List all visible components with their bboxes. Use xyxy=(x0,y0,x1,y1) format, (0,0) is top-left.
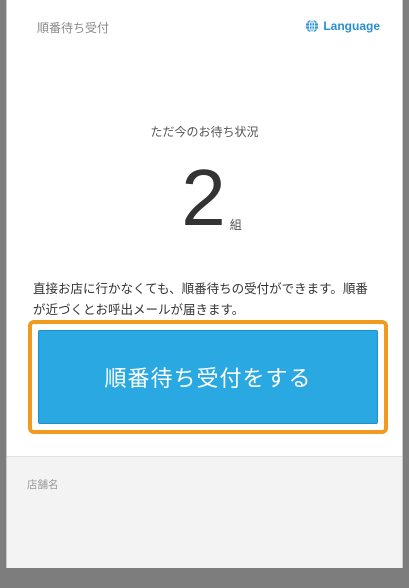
language-label: Language xyxy=(323,19,380,33)
wait-count-number: 2 xyxy=(181,153,226,242)
page-title: 順番待ち受付 xyxy=(37,21,110,35)
wait-count-unit: 組 xyxy=(229,218,242,232)
header: 順番待ち受付 Language xyxy=(7,0,402,50)
store-name-label: 店舗名 xyxy=(27,479,59,491)
wait-count: 2 組 xyxy=(7,158,402,238)
join-queue-button[interactable]: 順番待ち受付をする xyxy=(38,330,378,424)
bottom-bar xyxy=(0,568,409,588)
language-button[interactable]: Language xyxy=(305,19,380,33)
cta-highlight: 順番待ち受付をする xyxy=(28,320,388,434)
wait-status-label: ただ今のお待ち状況 xyxy=(150,125,259,139)
globe-icon xyxy=(305,19,319,33)
store-section: 店舗名 xyxy=(7,456,402,568)
app-frame: 順番待ち受付 Language ただ今のお待ち状況 2 組 直接お店に行かなくて… xyxy=(6,0,403,568)
description-text: 直接お店に行かなくても、順番待ちの受付ができます。順番が近づくとお呼出メールが届… xyxy=(33,281,368,317)
